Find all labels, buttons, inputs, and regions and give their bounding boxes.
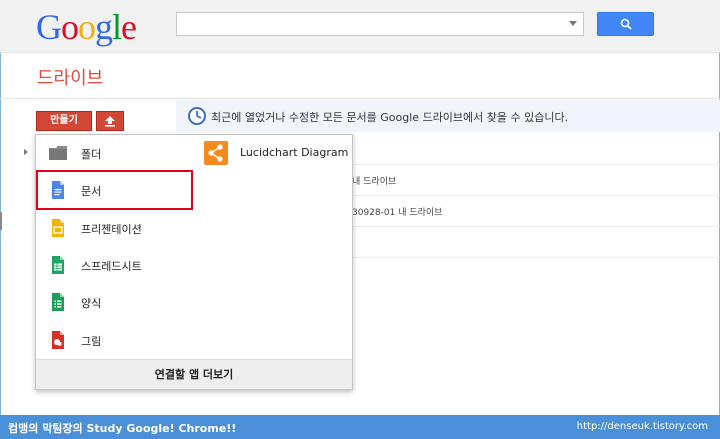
logo-letter: l [112,7,122,47]
presentation-icon [52,219,64,237]
menu-item-label: 폴더 [81,148,102,161]
header-divider [0,98,720,99]
logo-letter: o [61,7,79,47]
search-dropdown-icon[interactable] [569,21,577,26]
upload-button[interactable] [96,111,124,131]
clock-icon [188,107,206,125]
form-icon [52,293,64,311]
search-button[interactable] [597,12,654,36]
menu-item-drawing[interactable]: 그림 [36,324,196,356]
menu-item-label: 양식 [81,297,102,310]
menu-item-form[interactable]: 양식 [36,286,196,318]
list-item[interactable]: 내 드라이브 [352,174,396,187]
menu-item-lucidchart[interactable]: Lucidchart Diagram [204,137,354,169]
more-apps-button[interactable]: 연결할 앱 더보기 [36,359,352,389]
page-title: 드라이브 [37,68,104,89]
logo-letter: G [36,7,62,47]
left-edge-marker [0,212,2,230]
top-bar: Google [0,0,720,53]
info-banner: 최근에 열었거나 수정한 모든 문서를 Google 드라이브에서 찾을 수 있… [176,100,720,132]
logo-letter: o [78,7,96,47]
menu-item-folder[interactable]: 폴더 [36,137,196,169]
lucidchart-icon [204,141,228,165]
caption-url: http://denseuk.tistory.com [576,421,708,432]
info-text: 최근에 열었거나 수정한 모든 문서를 Google 드라이브에서 찾을 수 있… [211,111,569,124]
upload-icon [105,116,115,127]
tree-expand-icon[interactable] [24,149,28,155]
menu-item-presentation[interactable]: 프리젠테이션 [36,212,196,244]
logo-letter: g [95,7,113,47]
menu-item-label: 스프레드시트 [81,260,142,273]
create-menu: 폴더 문서 프리젠테이션 스프레드시트 양식 그림 Lucidchart Dia… [35,134,353,390]
google-logo[interactable]: Google [36,6,137,48]
search-input[interactable] [176,12,584,36]
caption-left-text: 컴맹의 막팀장의 Study Google! Chrome!! [8,422,237,435]
list-item[interactable]: 30928-01 내 드라이브 [352,205,442,218]
drawing-icon [52,331,64,349]
highlight-box [36,170,193,210]
menu-item-label: Lucidchart Diagram [240,146,349,159]
create-button[interactable]: 만들기 [36,111,92,131]
logo-letter: e [121,7,137,47]
menu-item-label: 프리젠테이션 [81,223,142,236]
menu-item-label: 그림 [81,335,102,348]
spreadsheet-icon [52,256,64,274]
menu-item-spreadsheet[interactable]: 스프레드시트 [36,249,196,281]
folder-icon [49,146,67,160]
caption-strip: 컴맹의 막팀장의 Study Google! Chrome!! http://d… [0,415,720,439]
search-icon [620,18,632,30]
